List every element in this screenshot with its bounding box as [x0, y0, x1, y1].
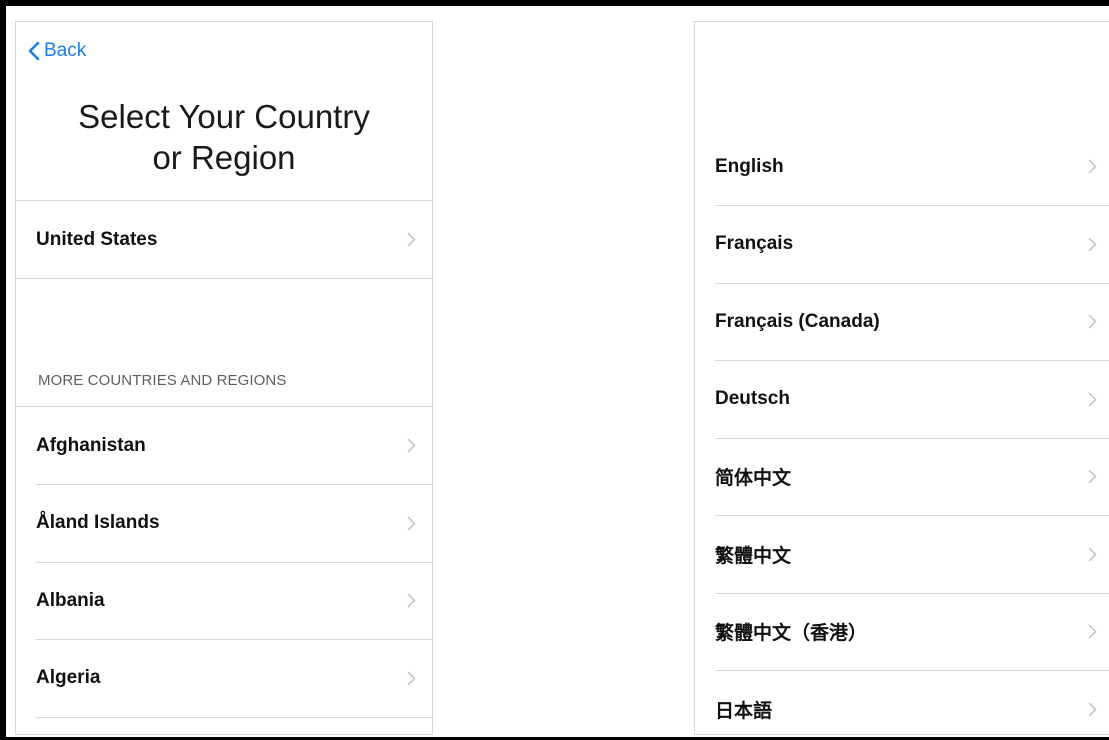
language-label: 繁體中文（香港）: [715, 623, 868, 644]
language-label: 繁體中文: [715, 545, 792, 567]
chevron-right-icon: [1088, 469, 1097, 484]
chevron-right-icon: [1088, 702, 1097, 716]
language-label: English: [715, 155, 784, 177]
country-label: Algeria: [36, 667, 101, 688]
language-label: 日本語: [715, 700, 773, 722]
country-label: United States: [36, 228, 158, 250]
list-item-country[interactable]: Algeria: [36, 640, 432, 718]
page-title-line1: Select Your Country: [78, 98, 370, 135]
page-title: Select Your Country or Region: [16, 96, 432, 178]
list-item-united-states[interactable]: United States: [36, 201, 432, 279]
chevron-right-icon: [407, 438, 416, 453]
chevron-right-icon: [407, 516, 416, 530]
section-header: MORE COUNTRIES AND REGIONS: [38, 372, 287, 389]
list-item-language[interactable]: 简体中文: [715, 438, 1109, 516]
list-item-country[interactable]: Åland Islands: [36, 485, 432, 563]
back-label: Back: [44, 40, 87, 61]
language-select-screen: English Français Français (Canada) Deutsch 简…: [694, 21, 1109, 735]
back-button[interactable]: Back: [28, 40, 86, 62]
chevron-right-icon: [1088, 392, 1097, 406]
list-item-country[interactable]: Afghanistan: [36, 407, 432, 485]
divider-after-united-states: [16, 278, 432, 279]
list-item-language[interactable]: English: [715, 128, 1109, 206]
language-label: Deutsch: [715, 388, 790, 409]
country-label: Albania: [36, 589, 105, 611]
list-item-language[interactable]: Français: [715, 206, 1109, 284]
language-label: Français: [715, 233, 794, 254]
chevron-right-icon: [1088, 547, 1097, 561]
list-item-language[interactable]: Français (Canada): [715, 283, 1109, 361]
list-item-country[interactable]: Albania: [36, 562, 432, 640]
chevron-right-icon: [407, 232, 416, 247]
chevron-right-icon: [407, 593, 416, 608]
language-label: 简体中文: [715, 468, 792, 489]
country-label: Åland Islands: [36, 512, 160, 533]
chevron-right-icon: [1088, 237, 1097, 251]
list-item-language[interactable]: Deutsch: [715, 361, 1109, 439]
country-select-screen: Back Select Your Country or Region Unite…: [15, 21, 433, 735]
chevron-right-icon: [1088, 159, 1097, 174]
list-item-language[interactable]: 繁體中文（香港）: [715, 593, 1109, 671]
chevron-right-icon: [1088, 624, 1097, 639]
list-item-language[interactable]: 繁體中文: [715, 516, 1109, 594]
chevron-right-icon: [1088, 314, 1097, 329]
page-title-line2: or Region: [152, 139, 296, 176]
language-label: Français (Canada): [715, 310, 880, 332]
list-item-language[interactable]: 日本語: [715, 671, 1109, 735]
chevron-right-icon: [407, 671, 416, 685]
chevron-left-icon: [28, 41, 40, 61]
country-label: Afghanistan: [36, 434, 146, 456]
